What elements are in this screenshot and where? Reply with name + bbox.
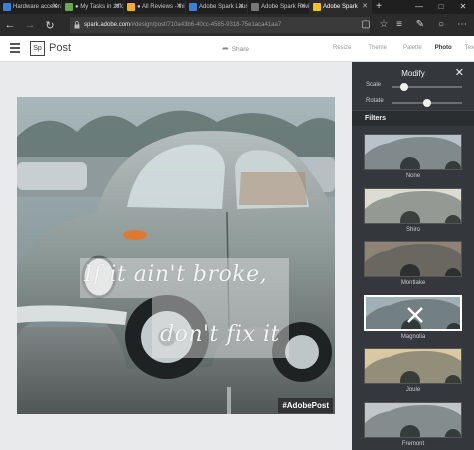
tab-close-icon[interactable]: ✕ [300,3,306,11]
close-icon[interactable]: ✕ [455,66,464,79]
maximize-icon[interactable]: □ [430,0,452,14]
forward-arrow-icon[interactable]: → [20,19,40,31]
browser-tab[interactable]: Hardware accelera ✕ [0,0,62,14]
tab-close-icon[interactable]: ✕ [176,3,182,11]
tab-close-icon[interactable]: ✕ [362,3,368,11]
quote-text-line2[interactable]: don't fix it [160,322,280,347]
filter-shiro[interactable]: Shiro [364,187,462,233]
more-icon[interactable]: ⋯ [456,18,468,32]
beetle-car-photo [17,97,335,414]
filter-montlake[interactable]: Montlake [364,241,462,286]
hub-menu-icon[interactable]: ≡ [393,18,405,32]
filter-name: Fremont [401,440,425,447]
modify-panel: Modify ✕ Scale Rotate Filters None Shiro M… [352,62,474,450]
share-label: Share [231,46,250,53]
tab-close-icon[interactable]: ✕ [238,3,244,11]
browser-address-bar: ← → ↻ spark.adobe.com/#design/post/710a4… [0,14,474,36]
url-field[interactable]: spark.adobe.com/#design/post/710a43b6-40… [70,17,370,33]
filter-thumbnail [364,187,462,224]
share-button[interactable]: ➦ Share [222,44,249,53]
app-header: Sp Post ➦ Share Resize Theme Palette Photo Te… [0,36,474,62]
rotate-slider[interactable] [392,99,462,107]
filter-name: Montlake [400,280,426,286]
filters-heading: Filters [352,110,474,126]
tab-favicon-icon [251,3,259,11]
filter-thumbnail [364,241,462,277]
rotate-slider-knob[interactable] [423,99,431,107]
scale-label: Scale [366,82,382,88]
hamburger-menu-icon[interactable] [10,43,20,55]
filter-name: Magnolia [400,333,426,340]
menu-item-theme[interactable]: Theme [368,45,387,51]
lock-icon [74,21,80,29]
tab-favicon-icon [127,3,135,11]
hashtag-badge: #AdobePost [278,398,333,413]
window-controls: — □ ✕ [408,0,474,14]
menu-item-palette[interactable]: Palette [403,45,422,51]
browser-tab[interactable]: Adobe Spark Revi ✕ [248,0,310,14]
filter-thumbnail [364,294,462,331]
menu-item-text[interactable]: Text [465,45,474,51]
filter-none[interactable]: None [364,134,462,179]
tab-close-icon[interactable]: ✕ [114,3,120,11]
scale-slider[interactable] [392,83,462,91]
tab-close-icon[interactable]: ✕ [52,3,58,11]
filter-name: Joule [405,387,421,393]
top-menu: Resize Theme Palette Photo Text [333,45,474,51]
url-domain: spark.adobe.com [84,22,131,28]
filter-thumbnail [364,134,462,170]
post-photo[interactable]: #AdobePost [17,97,335,414]
minimize-icon[interactable]: — [408,0,430,14]
selected-check-icon [405,305,425,325]
browser-tab[interactable]: Adobe Spark Laur ✕ [186,0,248,14]
filter-thumbnail [364,348,462,384]
tab-label: Adobe Spark [323,4,358,10]
favorite-star-icon[interactable]: ☆ [378,18,390,32]
quote-text-line1[interactable]: If it ain't broke, [84,262,267,287]
web-note-icon[interactable]: ✎ [414,18,426,32]
spark-logo: Sp [30,41,45,56]
url-path: /#design/post/710a43b6-40cc-4585-9318-75… [130,22,282,28]
filter-fremont[interactable]: Fremont [364,401,462,447]
menu-item-resize[interactable]: Resize [333,45,351,51]
rotate-label: Rotate [366,98,384,104]
menu-item-photo[interactable]: Photo [435,45,452,51]
back-arrow-icon[interactable]: ← [0,19,20,31]
browser-tab[interactable]: ● All Reviews - Ini ✕ [124,0,186,14]
browser-tab-strip: Hardware accelera ✕ ● My Tasks in ztffd ✕ ● … [0,0,474,14]
tab-favicon-icon [65,3,73,11]
filter-name: Shiro [405,226,420,233]
tab-favicon-icon [313,3,321,11]
close-window-icon[interactable]: ✕ [452,0,474,14]
share-icon[interactable]: ○ [435,18,447,32]
filter-magnolia[interactable]: Magnolia [364,294,462,340]
new-tab-button[interactable]: + [372,0,386,14]
tab-favicon-icon [3,3,11,11]
reading-view-icon[interactable]: ▢ [360,18,372,32]
app-title: Post [49,42,72,54]
scale-slider-knob[interactable] [399,83,408,91]
browser-tab[interactable]: ● My Tasks in ztffd ✕ [62,0,124,14]
share-arrow-icon: ➦ [222,44,229,53]
filter-thumbnail [364,401,462,438]
filter-name: None [405,173,421,179]
filter-joule[interactable]: Joule [364,348,462,393]
browser-tab[interactable]: Adobe Spark ✕ [310,0,372,14]
refresh-icon[interactable]: ↻ [40,19,60,32]
tab-favicon-icon [189,3,197,11]
